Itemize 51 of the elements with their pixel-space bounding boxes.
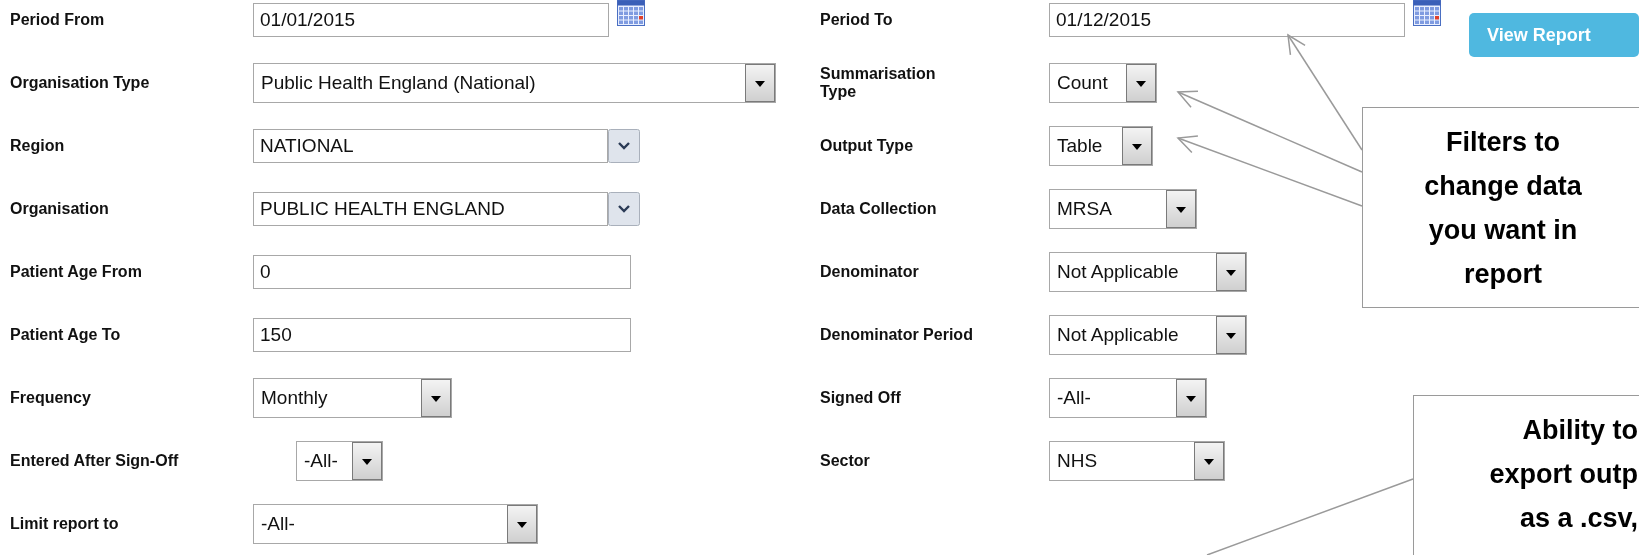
dropdown[interactable]: MRSA [1049, 189, 1197, 229]
dropdown[interactable]: Public Health England (National) [253, 63, 776, 103]
caret-icon[interactable] [352, 442, 382, 480]
dropdown[interactable]: -All- [296, 441, 383, 481]
dropdown[interactable]: Not Applicable [1049, 315, 1247, 355]
field-label: Organisation [10, 200, 110, 218]
field-label: Denominator Period [820, 326, 974, 344]
dropdown[interactable]: Count [1049, 63, 1157, 103]
dropdown[interactable]: Not Applicable [1049, 252, 1247, 292]
field-label: Period From [10, 11, 106, 29]
caret-icon[interactable] [421, 379, 451, 417]
chevron-icon[interactable] [608, 192, 640, 226]
caret-icon[interactable] [1194, 442, 1224, 480]
caret-icon[interactable] [1176, 379, 1206, 417]
dropdown[interactable]: NHS [1049, 441, 1225, 481]
input-field[interactable]: 0 [253, 255, 631, 289]
field-label: Sector [820, 452, 871, 470]
caret-icon[interactable] [1216, 316, 1246, 354]
caret-icon[interactable] [1126, 64, 1156, 102]
field-label: Period To [820, 11, 894, 29]
field-label: Denominator [820, 263, 920, 281]
dropdown[interactable]: Table [1049, 126, 1153, 166]
caret-icon[interactable] [1216, 253, 1246, 291]
field-label: Patient Age From [10, 263, 143, 281]
field-label: Entered After Sign-Off [10, 452, 180, 470]
field-label: Limit report to [10, 515, 120, 533]
field-label: Frequency [10, 389, 92, 407]
field-label: Patient Age To [10, 326, 122, 344]
callout-text: Filters to change data you want in report [1423, 125, 1583, 291]
field-label: Summarisation Type [820, 65, 937, 101]
calendar-icon[interactable] [617, 0, 645, 26]
field-label: Organisation Type [10, 74, 151, 92]
dropdown[interactable]: -All- [253, 504, 538, 544]
caret-icon[interactable] [507, 505, 537, 543]
date-field[interactable]: 01/01/2015 [253, 3, 609, 37]
dropdown[interactable]: Monthly [253, 378, 452, 418]
date-field[interactable]: 01/12/2015 [1049, 3, 1405, 37]
field-label: Data Collection [820, 200, 938, 218]
field-label: Region [10, 137, 66, 155]
combo-field[interactable]: NATIONAL [253, 129, 608, 163]
chevron-icon[interactable] [608, 129, 640, 163]
caret-icon[interactable] [745, 64, 775, 102]
dropdown[interactable]: -All- [1049, 378, 1207, 418]
combo-field[interactable]: PUBLIC HEALTH ENGLAND [253, 192, 608, 226]
input-field[interactable]: 150 [253, 318, 631, 352]
callout-text: Ability to export outp as a .csv, [1488, 414, 1638, 535]
field-label: Output Type [820, 137, 915, 155]
caret-icon[interactable] [1166, 190, 1196, 228]
field-label: Signed Off [820, 389, 902, 407]
caret-icon[interactable] [1122, 127, 1152, 165]
calendar-icon[interactable] [1413, 0, 1441, 26]
